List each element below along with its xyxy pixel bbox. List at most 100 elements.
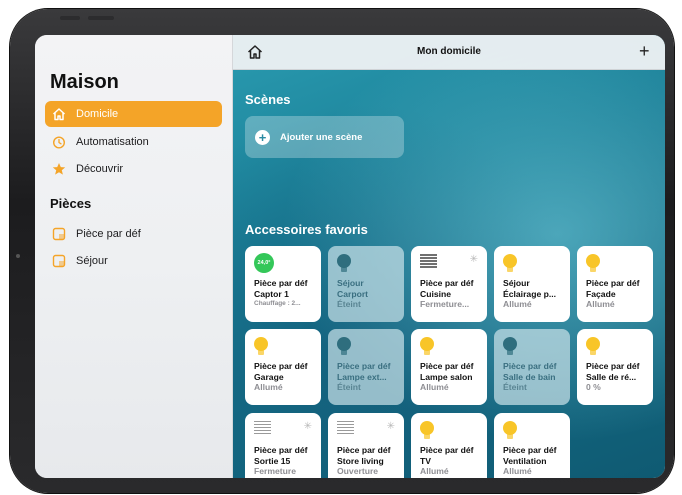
camera-dot — [16, 254, 20, 258]
accessory-tile[interactable]: ✳ Pièce par déf Store living Ouverture — [328, 413, 404, 478]
navigation-bar: Mon domicile + — [233, 35, 665, 70]
tile-status-label: Allumé — [254, 382, 283, 392]
tile-status-label: Allumé — [503, 299, 532, 309]
accessory-tile[interactable]: ✳ Pièce par déf Cuisine Fermeture... — [411, 246, 487, 322]
tile-name-label: Façade — [586, 288, 616, 299]
tile-icon-area — [420, 419, 481, 445]
tile-status-label: Allumé — [586, 299, 615, 309]
rooms-section-title: Pièces — [50, 196, 92, 211]
tile-room-label: Pièce par déf — [254, 361, 308, 371]
tile-icon-area — [254, 335, 315, 361]
tile-room-label: Pièce par déf — [503, 361, 557, 371]
tile-name-label: Sortie 15 — [254, 455, 291, 466]
accessory-tile[interactable]: Séjour Éclairage p... Allumé — [494, 246, 570, 322]
tile-status-label: Ouverture — [337, 466, 379, 476]
tile-icon-area — [503, 335, 564, 361]
tile-icon-area — [337, 335, 398, 361]
plus-circle-icon: + — [255, 129, 270, 145]
tile-status-label: Éteint — [337, 382, 361, 392]
tile-icon-area: ✳ — [337, 419, 398, 445]
accessory-tile[interactable]: 24,0° Pièce par déf Captor 1 Chauffage : 2.… — [245, 246, 321, 322]
add-icon[interactable]: + — [639, 42, 650, 60]
tile-name-label: Lampe salon — [420, 371, 473, 382]
accessory-tile[interactable]: Pièce par déf Salle de bain Éteint — [494, 329, 570, 405]
bulb-icon — [586, 337, 600, 355]
shutter-icon — [254, 421, 271, 436]
shutter-icon — [420, 254, 437, 269]
bulb-icon — [254, 337, 268, 355]
accessory-tile[interactable]: Pièce par déf TV Allumé — [411, 413, 487, 478]
tile-room-label: Séjour — [337, 278, 364, 288]
tile-status-label: Chauffage : 2... — [254, 300, 301, 307]
accessory-tile[interactable]: ✳ Pièce par déf Sortie 15 Fermeture — [245, 413, 321, 478]
accessory-tile[interactable]: Pièce par déf Garage Allumé — [245, 329, 321, 405]
scenes-title: Scènes — [245, 92, 291, 107]
tile-room-label: Pièce par déf — [254, 445, 308, 455]
sidebar-item-label: Découvrir — [76, 163, 124, 175]
tile-room-label: Pièce par déf — [586, 278, 640, 288]
sidebar-item-domicile[interactable]: Domicile — [45, 101, 222, 127]
tile-room-label: Pièce par déf — [337, 445, 391, 455]
tile-name-label: Lampe ext... — [337, 371, 387, 382]
favorites-title: Accessoires favoris — [245, 222, 368, 237]
tile-status-label: Fermeture... — [420, 299, 470, 309]
sidebar-item-decouvrir[interactable]: Découvrir — [45, 156, 222, 182]
tile-icon-area — [420, 335, 481, 361]
tile-room-label: Séjour — [503, 278, 530, 288]
tile-status-label: Allumé — [420, 382, 449, 392]
accessory-tile[interactable]: Pièce par déf Salle de ré... 0 % — [577, 329, 653, 405]
loading-spinner-icon: ✳ — [469, 254, 478, 265]
tile-room-label: Pièce par déf — [503, 445, 557, 455]
sidebar-item-label: Séjour — [76, 255, 108, 267]
add-scene-label: Ajouter une scène — [280, 131, 363, 143]
tile-name-label: Store living — [337, 455, 384, 466]
tile-room-label: Pièce par déf — [337, 361, 391, 371]
screen: Maison Domicile Automatisation Découvrir… — [35, 35, 665, 478]
main-content: Mon domicile + Scènes + Ajouter une scèn… — [233, 35, 665, 478]
sidebar-title: Maison — [50, 71, 119, 93]
tile-icon-area — [503, 419, 564, 445]
bulb-icon — [337, 337, 351, 355]
tile-status-label: Allumé — [420, 466, 449, 476]
sidebar-item-automatisation[interactable]: Automatisation — [45, 129, 222, 155]
thermostat-icon: 24,0° — [254, 253, 274, 273]
tile-icon-area — [586, 252, 647, 278]
tile-name-label: Garage — [254, 371, 284, 382]
add-scene-button[interactable]: + Ajouter une scène — [245, 116, 404, 158]
sidebar-item-label: Pièce par déf — [76, 228, 141, 240]
tile-room-label: Pièce par déf — [420, 445, 474, 455]
sidebar-item-room-default[interactable]: Pièce par déf — [45, 221, 222, 247]
tile-name-label: Ventilation — [503, 455, 547, 466]
accessory-tile[interactable]: Pièce par déf Ventilation Allumé — [494, 413, 570, 478]
tile-status-label: Éteint — [337, 299, 361, 309]
tile-room-label: Pièce par déf — [254, 278, 308, 288]
accessory-tile[interactable]: Pièce par déf Façade Allumé — [577, 246, 653, 322]
hardware-button — [88, 16, 114, 20]
bulb-icon — [503, 421, 517, 439]
hardware-button — [60, 16, 80, 20]
accessory-tile[interactable]: Pièce par déf Lampe ext... Éteint — [328, 329, 404, 405]
accessory-tile[interactable]: Séjour Carport Éteint — [328, 246, 404, 322]
tile-room-label: Pièce par déf — [420, 361, 474, 371]
bulb-icon — [503, 254, 517, 272]
bulb-icon — [420, 337, 434, 355]
sidebar: Maison Domicile Automatisation Découvrir… — [35, 35, 233, 478]
clock-icon — [51, 134, 67, 150]
loading-spinner-icon: ✳ — [386, 421, 395, 432]
sidebar-item-room-sejour[interactable]: Séjour — [45, 248, 222, 274]
tile-status-label: Éteint — [503, 382, 527, 392]
room-icon — [51, 253, 67, 269]
tile-icon-area — [503, 252, 564, 278]
tile-icon-area — [337, 252, 398, 278]
tile-icon-area: ✳ — [254, 419, 315, 445]
sidebar-item-label: Automatisation — [76, 136, 149, 148]
tile-name-label: Captor 1 — [254, 288, 289, 299]
tile-status-label: Fermeture — [254, 466, 297, 476]
star-icon — [51, 161, 67, 177]
tile-icon-area: 24,0° — [254, 252, 315, 278]
shutter-icon — [337, 421, 354, 436]
bulb-icon — [503, 337, 517, 355]
tile-name-label: Cuisine — [420, 288, 452, 299]
home-icon — [51, 106, 67, 122]
accessory-tile[interactable]: Pièce par déf Lampe salon Allumé — [411, 329, 487, 405]
